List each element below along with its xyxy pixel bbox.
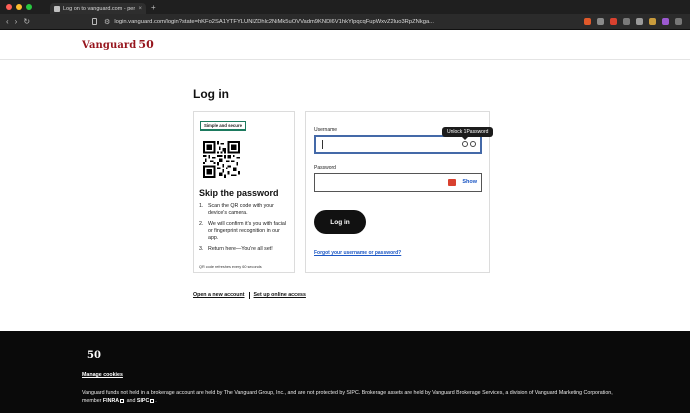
link-divider [248,292,250,299]
extensions-area [584,18,682,25]
star-icon[interactable] [597,18,604,25]
window-controls [6,4,32,10]
bookmark-icon[interactable] [92,18,98,25]
new-tab-icon[interactable]: + [151,3,156,12]
extension-icon[interactable] [649,18,656,25]
unlock-1password-tooltip: Unlock 1Password [442,127,494,140]
browser-toolbar: ‹ › ↻ ⚙ login.vanguard.com/login?state=h… [0,14,690,30]
qr-refresh-note: QR code refreshes every 60 seconds [199,265,262,269]
vanguard-logo[interactable]: Vanguard 50 [82,38,154,51]
extension-icon[interactable] [636,18,643,25]
reload-icon[interactable]: ↻ [23,17,30,26]
site-settings-icon[interactable]: ⚙ [104,18,110,26]
qr-code-image [203,141,240,178]
qr-login-panel: Simple and secure Skip the password 1. Sc… [193,111,295,273]
header-divider [0,59,690,60]
1password-icon[interactable] [610,18,617,25]
tab-title: Log on to vanguard.com - per [63,5,136,12]
page-footer: 50 Manage cookies Vanguard funds not hel… [0,331,690,413]
login-button[interactable]: Log in [314,210,366,234]
manage-cookies-link[interactable]: Manage cookies [82,372,123,378]
maximize-window-button[interactable] [26,4,32,10]
skip-password-heading: Skip the password [199,188,279,198]
password-input[interactable]: Show [314,173,482,192]
forgot-credentials-link[interactable]: Forgot your username or password? [314,250,401,256]
open-account-link[interactable]: Open a new account [193,292,245,299]
minimize-window-button[interactable] [16,4,22,10]
shield-icon[interactable] [584,18,591,25]
forward-icon[interactable]: › [15,17,18,26]
finra-link[interactable]: FINRA [103,398,119,404]
list-item: 1. Scan the QR code with your device's ca… [199,203,274,216]
qr-steps-list: 1. Scan the QR code with your device's ca… [199,203,291,257]
account-links: Open a new account Set up online access [193,292,306,299]
external-link-icon [150,398,155,403]
username-label: Username [314,127,338,133]
footer-disclaimer: Vanguard funds not held in a brokerage a… [82,390,613,404]
extension-icon[interactable] [623,18,630,25]
browser-tab-bar: Log on to vanguard.com - per × + [0,0,690,14]
list-item: 3. Return here—You're all set! [199,246,273,252]
lock-icon[interactable] [462,141,468,147]
1password-icon[interactable] [448,179,456,186]
password-manager-icons[interactable] [462,141,476,147]
sipc-link[interactable]: SIPC [137,398,149,404]
extension-icon[interactable] [662,18,669,25]
external-link-icon [120,398,125,403]
list-item: 2. We will confirm it's you with facial o… [199,221,287,241]
tab-close-icon[interactable]: × [138,6,142,12]
menu-icon[interactable] [675,18,682,25]
info-icon[interactable] [470,141,476,147]
tab-favicon-icon [54,5,60,12]
password-label: Password [314,165,336,171]
address-bar[interactable]: login.vanguard.com/login?state=hKFo2SA1Y… [114,19,444,25]
close-window-button[interactable] [6,4,12,10]
username-input[interactable] [314,135,482,154]
page-title: Log in [193,87,229,101]
simple-secure-badge: Simple and secure [200,121,246,131]
text-cursor [322,140,323,149]
footer-logo: 50 [87,350,101,361]
browser-tab[interactable]: Log on to vanguard.com - per × [50,3,146,14]
setup-access-link[interactable]: Set up online access [254,292,306,299]
back-icon[interactable]: ‹ [6,17,9,26]
login-form-panel: Username Unlock 1Password Password Show … [305,111,494,273]
show-password-button[interactable]: Show [462,179,477,185]
